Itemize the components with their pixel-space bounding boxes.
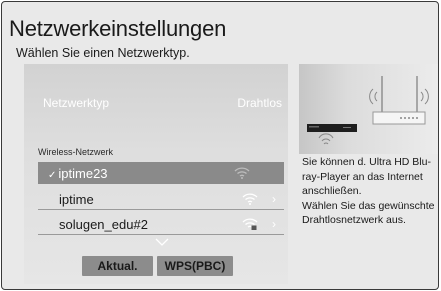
network-type-value: Drahtlos	[237, 96, 282, 110]
page-subtitle: Wählen Sie einen Netzwerktyp.	[16, 46, 190, 60]
wireless-section-label: Wireless-Netzwerk	[38, 147, 114, 157]
wifi-locked-signal-icon	[242, 218, 258, 230]
network-settings-dialog: Netzwerkeinstellungen Wählen Sie einen N…	[1, 1, 439, 290]
wps-pbc-button[interactable]: WPS(PBC)	[157, 256, 233, 276]
network-type-label: Netzwerktyp	[43, 96, 110, 110]
router-player-illustration	[307, 76, 429, 145]
check-icon: ✓	[48, 170, 57, 181]
chevron-down-icon[interactable]	[155, 238, 169, 246]
chevron-right-icon: ›	[272, 192, 276, 206]
network-row-solugen-edu-2[interactable]: solugen_edu#2 ›	[38, 213, 284, 235]
info-line-2: Wählen Sie das gewünschte Drahtlosnetzwe…	[302, 199, 435, 227]
network-row-iptime[interactable]: iptime ›	[38, 188, 284, 210]
wifi-signal-icon	[234, 167, 250, 179]
info-line-1: Sie können d. Ultra HD Blu-ray-Player an…	[302, 156, 431, 197]
chevron-right-icon: ›	[272, 217, 276, 231]
info-text: Sie können d. Ultra HD Blu-ray-Player an…	[302, 155, 438, 228]
network-name: iptime	[59, 192, 94, 207]
network-type-row[interactable]: Netzwerktyp Drahtlos	[24, 90, 288, 114]
connection-illustration	[299, 64, 438, 154]
network-name: ✓ iptime23	[48, 166, 108, 181]
refresh-button[interactable]: Aktual.	[82, 256, 153, 276]
page-title: Netzwerkeinstellungen	[9, 16, 227, 41]
wifi-signal-icon	[242, 193, 258, 205]
network-row-iptime23[interactable]: ✓ iptime23	[38, 162, 284, 184]
network-name: solugen_edu#2	[59, 217, 148, 232]
